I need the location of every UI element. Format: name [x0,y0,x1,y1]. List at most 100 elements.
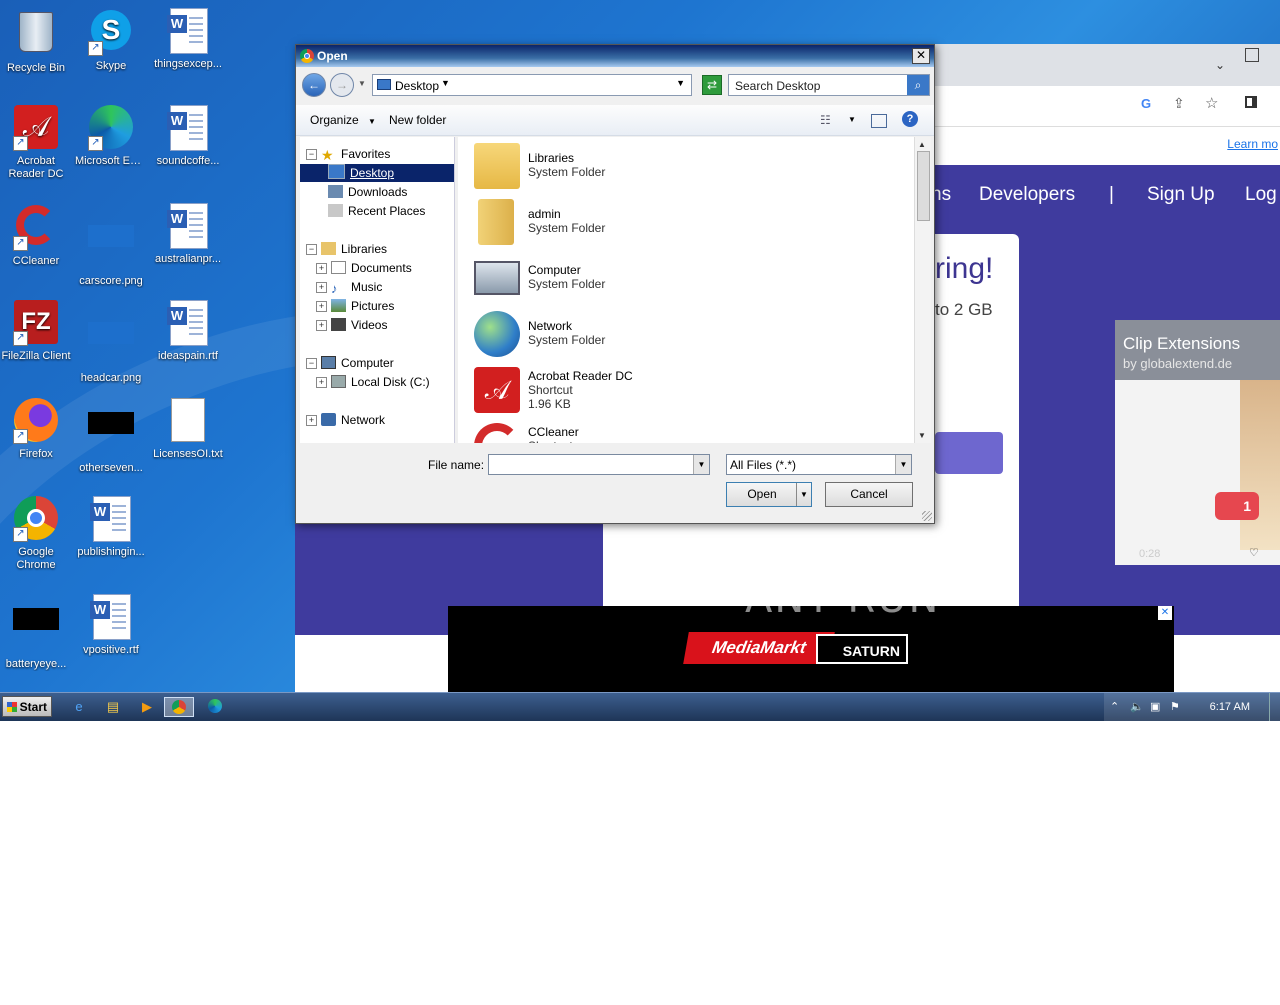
nav-signup[interactable]: Sign Up [1147,184,1215,206]
clock[interactable]: 6:17 AM [1210,701,1250,713]
tree-libraries[interactable]: − Libraries [306,240,387,258]
resize-grip[interactable] [922,511,932,521]
word-doc-icon[interactable]: W vpositive.rtf [73,594,149,657]
bookmark-star-icon[interactable]: ☆ [1205,94,1218,112]
firefox-icon[interactable]: ↗ Firefox [0,398,74,461]
tree-pictures[interactable]: + Pictures [316,297,394,315]
google-icon[interactable]: G [1141,96,1151,111]
icon-label: soundcoffe... [156,155,220,167]
file-type-select[interactable]: All Files (*.*) ▼ [726,454,912,475]
collapse-icon[interactable]: − [306,358,317,369]
tree-local-disk[interactable]: + Local Disk (C:) [316,373,430,391]
scroll-up-icon[interactable]: ▲ [918,140,926,149]
tree-music[interactable]: + ♪ Music [316,278,382,296]
preview-pane-icon[interactable] [871,114,887,128]
address-bar[interactable]: Desktop ▼ ▼ [372,74,692,96]
explorer-folder-icon[interactable]: ▤ [102,697,124,717]
file-list-scrollbar[interactable]: ▲ ▼ [914,137,931,443]
media-player-icon[interactable]: ▶ [136,697,158,717]
help-icon[interactable]: ? [902,111,918,127]
start-button[interactable]: Start [2,696,52,717]
view-chevron-icon[interactable]: ▼ [848,115,856,124]
tree-videos[interactable]: + Videos [316,316,387,334]
expand-icon[interactable]: + [316,377,327,388]
tree-label: Network [341,413,386,427]
word-doc-icon[interactable]: W thingsexcep... [150,8,226,71]
expand-icon[interactable]: + [316,282,327,293]
skype-icon[interactable]: S ↗ Skype [73,8,149,73]
word-doc-icon[interactable]: W australianpr... [150,203,226,266]
recycle-bin-icon[interactable]: Recycle Bin [0,8,74,75]
search-box[interactable]: Search Desktop ⌕ [728,74,930,96]
expand-icon[interactable]: + [316,320,327,331]
nav-login[interactable]: Log [1245,184,1277,206]
recent-pages-chevron-icon[interactable]: ▼ [358,79,366,88]
filezilla-icon[interactable]: FZ ↗ FileZilla Client [0,300,74,363]
action-center-flag-icon[interactable]: ⚑ [1170,700,1180,713]
expand-icon[interactable]: + [316,301,327,312]
breadcrumb-chevron-icon[interactable]: ▼ [441,78,450,88]
view-options-icon[interactable]: ☷ [820,113,831,127]
chrome-taskbar-icon[interactable] [164,697,194,717]
ad-close-icon[interactable]: ✕ [1158,606,1172,620]
learn-more-link[interactable]: Learn mo [1227,137,1278,151]
back-arrow-icon[interactable]: ← [302,73,326,97]
nav-developers[interactable]: Developers [979,184,1075,206]
tree-label: Music [351,280,383,294]
acrobat-icon[interactable]: 𝒜 ↗ Acrobat Reader DC [0,105,74,181]
tree-documents[interactable]: + Documents [316,259,412,277]
tree-favorites[interactable]: − ★ Favorites [306,145,390,163]
heart-icon[interactable]: ♡ [1249,546,1259,559]
card-button[interactable] [935,432,1003,474]
refresh-icon[interactable]: ⇄ [702,75,722,95]
black-file-icon[interactable]: otherseven... [73,398,149,475]
black-file-icon[interactable]: batteryeye... [0,594,74,671]
organize-button[interactable]: Organize ▼ [310,113,376,127]
tab-list-chevron-icon[interactable]: ⌄ [1215,58,1225,72]
cancel-button[interactable]: Cancel [825,482,913,507]
share-icon[interactable]: ⇪ [1173,95,1185,112]
volume-icon[interactable]: 🔈 [1130,700,1144,713]
close-button[interactable]: ✕ [912,48,930,64]
open-button[interactable]: Open ▼ [726,482,812,507]
scroll-down-icon[interactable]: ▼ [918,431,926,440]
expand-icon[interactable]: + [316,263,327,274]
new-folder-button[interactable]: New folder [389,113,446,127]
open-split-chevron-icon[interactable]: ▼ [796,483,811,506]
word-doc-icon[interactable]: W soundcoffe... [150,105,226,168]
tree-desktop[interactable]: Desktop [300,164,454,182]
network-tray-icon[interactable]: ▣ [1150,700,1160,713]
expand-icon[interactable]: + [306,415,317,426]
tree-computer[interactable]: − Computer [306,354,394,372]
word-doc-icon[interactable]: W ideaspain.rtf [150,300,226,363]
png-file-icon[interactable]: carscore.png [73,203,149,288]
edge-taskbar-icon[interactable] [204,697,226,717]
chrome-icon[interactable]: ↗ Google Chrome [0,496,74,572]
show-desktop-button[interactable] [1269,693,1280,721]
address-dropdown-icon[interactable]: ▼ [676,78,685,88]
clip-extensions-ad[interactable]: Clip Extensions by globalextend.de 1 0:2… [1115,320,1280,565]
png-file-icon[interactable]: headcar.png [73,300,149,385]
collapse-icon[interactable]: − [306,149,317,160]
tree-downloads[interactable]: Downloads [328,183,407,201]
scroll-thumb[interactable] [917,151,930,221]
downloads-icon [328,185,343,198]
forward-arrow-icon[interactable]: → [330,73,354,97]
ccleaner-icon[interactable]: ↗ CCleaner [0,203,74,268]
word-doc-icon[interactable]: W publishingin... [73,496,149,559]
file-name-input[interactable]: ▼ [488,454,710,475]
search-icon[interactable]: ⌕ [907,75,929,95]
file-name: Network [528,319,573,333]
tray-expand-icon[interactable]: ⌃ [1110,700,1119,713]
tree-network[interactable]: + Network [306,411,385,429]
text-file-icon[interactable]: LicensesOI.txt [150,398,226,461]
file-name-dropdown-icon[interactable]: ▼ [693,455,709,474]
tree-recent-places[interactable]: Recent Places [328,202,425,220]
file-type-dropdown-icon[interactable]: ▼ [895,455,911,474]
edge-icon[interactable]: ↗ Microsoft Edge [73,105,149,168]
collapse-icon[interactable]: − [306,244,317,255]
dialog-titlebar[interactable]: Open ✕ [296,45,934,67]
ie-icon[interactable]: e [68,697,90,717]
side-panel-icon[interactable] [1245,96,1257,108]
maximize-icon[interactable] [1245,48,1259,62]
